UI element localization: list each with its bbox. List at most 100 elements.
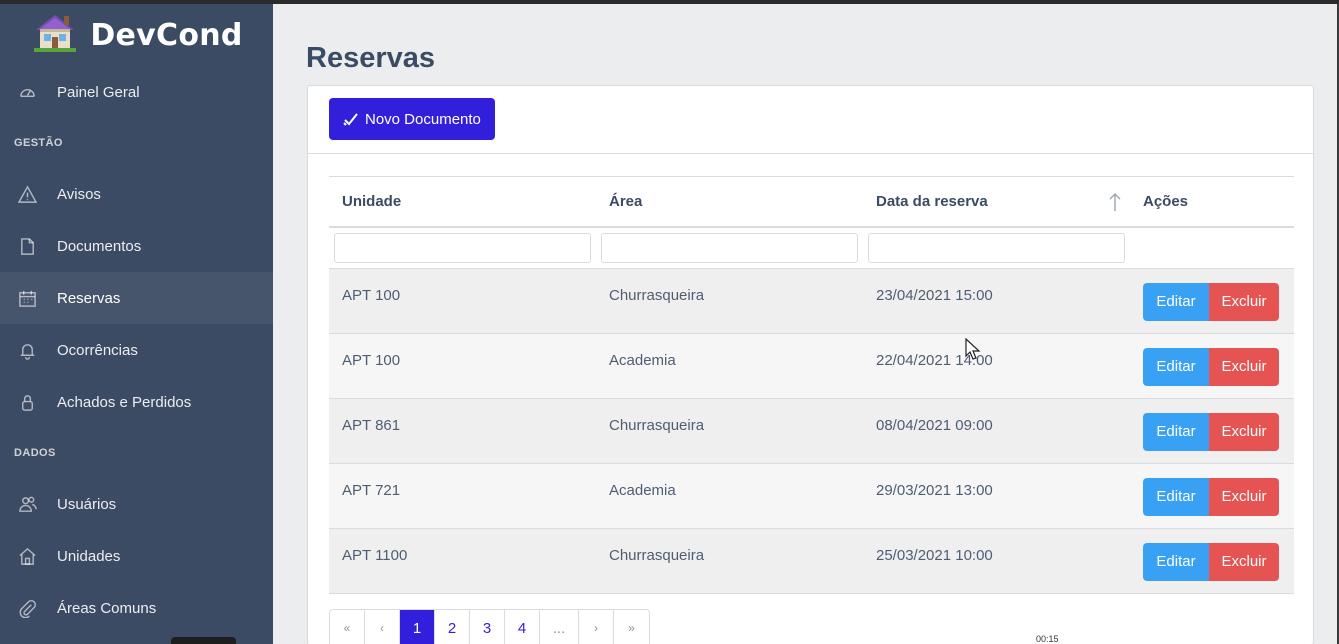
pagination-ellipsis: ... bbox=[540, 610, 579, 644]
cell-actions: Editar Excluir bbox=[1130, 463, 1294, 529]
edit-button[interactable]: Editar bbox=[1143, 413, 1209, 451]
page-title: Reservas bbox=[306, 42, 435, 74]
house-logo-icon bbox=[30, 12, 80, 59]
people-icon bbox=[16, 493, 38, 515]
cell-area: Churrasqueira bbox=[596, 528, 863, 594]
main-content: Reservas Novo Documento Unidade Área Dat… bbox=[273, 4, 1339, 644]
table-row: APT 100 Academia 22/04/2021 14:00 Editar… bbox=[329, 333, 1294, 399]
brand-name: DevCond bbox=[90, 17, 243, 53]
sort-arrow-up-icon[interactable] bbox=[1108, 191, 1122, 213]
sidebar-item-reservas[interactable]: Reservas bbox=[0, 272, 273, 324]
cell-actions: Editar Excluir bbox=[1130, 333, 1294, 399]
cell-unidade: APT 1100 bbox=[329, 528, 596, 594]
filter-cell bbox=[596, 226, 863, 269]
sidebar-section-title: GESTÃO bbox=[14, 137, 63, 149]
table-row: APT 721 Academia 29/03/2021 13:00 Editar… bbox=[329, 463, 1294, 529]
edit-button[interactable]: Editar bbox=[1143, 543, 1209, 581]
column-header-unidade[interactable]: Unidade bbox=[329, 176, 596, 228]
reservations-table: Unidade Área Data da reserva Ações APT 1… bbox=[329, 176, 1294, 594]
brand[interactable]: DevCond bbox=[0, 4, 273, 66]
pagination-page[interactable]: 1 bbox=[400, 610, 435, 644]
column-header-acoes: Ações bbox=[1130, 176, 1294, 228]
new-document-button[interactable]: Novo Documento bbox=[329, 98, 495, 140]
sidebar-section-title: DADOS bbox=[14, 447, 56, 459]
filter-unidade-input[interactable] bbox=[334, 232, 591, 263]
cell-actions: Editar Excluir bbox=[1130, 528, 1294, 594]
sidebar-item-label: Usuários bbox=[57, 495, 117, 513]
cell-actions: Editar Excluir bbox=[1130, 268, 1294, 334]
sidebar-item-unidades[interactable]: Unidades bbox=[0, 530, 273, 582]
pagination-prev[interactable]: ‹ bbox=[365, 610, 400, 644]
cell-actions: Editar Excluir bbox=[1130, 398, 1294, 464]
table-row: APT 100 Churrasqueira 23/04/2021 15:00 E… bbox=[329, 268, 1294, 334]
sidebar-item-painel-geral[interactable]: Painel Geral bbox=[0, 66, 273, 118]
paperclip-icon bbox=[16, 597, 38, 619]
sidebar-item-label: Painel Geral bbox=[57, 83, 140, 101]
sidebar-item-avisos[interactable]: Avisos bbox=[0, 168, 273, 220]
cell-data: 08/04/2021 09:00 bbox=[863, 398, 1130, 464]
file-icon bbox=[16, 235, 38, 257]
delete-button[interactable]: Excluir bbox=[1209, 348, 1279, 386]
video-time-fragment: 00:15 bbox=[1036, 634, 1059, 644]
edit-button[interactable]: Editar bbox=[1143, 478, 1209, 516]
cell-data: 22/04/2021 14:00 bbox=[863, 333, 1130, 399]
check-icon bbox=[343, 113, 358, 126]
lock-icon bbox=[16, 391, 38, 413]
pagination-page[interactable]: 3 bbox=[470, 610, 505, 644]
card-header: Novo Documento bbox=[308, 86, 1313, 154]
mouse-cursor-icon bbox=[965, 337, 981, 367]
sidebar-item-achados-perdidos[interactable]: Achados e Perdidos bbox=[0, 376, 273, 428]
sidebar-item-label: Áreas Comuns bbox=[57, 599, 157, 617]
calendar-icon bbox=[16, 287, 38, 309]
sidebar-item-ocorrencias[interactable]: Ocorrências bbox=[0, 324, 273, 376]
cell-unidade: APT 100 bbox=[329, 333, 596, 399]
pagination-page[interactable]: 2 bbox=[435, 610, 470, 644]
sidebar-item-documentos[interactable]: Documentos bbox=[0, 220, 273, 272]
sidebar-item-label: Ocorrências bbox=[57, 341, 138, 359]
delete-button[interactable]: Excluir bbox=[1209, 478, 1279, 516]
filter-area-input[interactable] bbox=[601, 232, 858, 263]
reservations-card: Novo Documento Unidade Área Data da rese… bbox=[307, 85, 1314, 644]
cell-area: Churrasqueira bbox=[596, 268, 863, 334]
filter-cell-empty bbox=[1130, 226, 1294, 269]
filter-cell bbox=[329, 226, 596, 269]
filter-data-input[interactable] bbox=[868, 232, 1125, 263]
sidebar-item-usuarios[interactable]: Usuários bbox=[0, 478, 273, 530]
pagination-page[interactable]: 4 bbox=[505, 610, 540, 644]
sidebar-item-label: Unidades bbox=[57, 547, 121, 565]
cell-data: 25/03/2021 10:00 bbox=[863, 528, 1130, 594]
cell-area: Academia bbox=[596, 463, 863, 529]
pagination-first[interactable]: « bbox=[330, 610, 365, 644]
cell-data: 23/04/2021 15:00 bbox=[863, 268, 1130, 334]
bell-icon bbox=[16, 339, 38, 361]
table-row: APT 1100 Churrasqueira 25/03/2021 10:00 … bbox=[329, 528, 1294, 594]
edit-button[interactable]: Editar bbox=[1143, 283, 1209, 321]
new-document-label: Novo Documento bbox=[365, 110, 481, 128]
cell-unidade: APT 721 bbox=[329, 463, 596, 529]
delete-button[interactable]: Excluir bbox=[1209, 283, 1279, 321]
pagination-next[interactable]: › bbox=[579, 610, 614, 644]
table-row: APT 861 Churrasqueira 08/04/2021 09:00 E… bbox=[329, 398, 1294, 464]
column-header-area[interactable]: Área bbox=[596, 176, 863, 228]
speedometer-icon bbox=[16, 81, 38, 103]
sidebar-item-label: Avisos bbox=[57, 185, 101, 203]
pagination-last[interactable]: » bbox=[614, 610, 649, 644]
video-overlay-tab bbox=[171, 637, 236, 644]
delete-button[interactable]: Excluir bbox=[1209, 413, 1279, 451]
cell-data: 29/03/2021 13:00 bbox=[863, 463, 1130, 529]
cell-area: Academia bbox=[596, 333, 863, 399]
cell-unidade: APT 861 bbox=[329, 398, 596, 464]
home-icon bbox=[16, 545, 38, 567]
delete-button[interactable]: Excluir bbox=[1209, 543, 1279, 581]
edit-button[interactable]: Editar bbox=[1143, 348, 1209, 386]
sidebar-item-label: Documentos bbox=[57, 237, 142, 255]
sidebar-item-label: Reservas bbox=[57, 289, 121, 307]
column-header-data[interactable]: Data da reserva bbox=[863, 176, 1130, 228]
sidebar: DevCond Painel Geral GESTÃO Avisos Docum… bbox=[0, 4, 273, 644]
sidebar-item-label: Achados e Perdidos bbox=[57, 393, 192, 411]
pagination: « ‹ 1 2 3 4 ... › » bbox=[329, 609, 650, 644]
cell-unidade: APT 100 bbox=[329, 268, 596, 334]
sidebar-item-areas-comuns[interactable]: Áreas Comuns bbox=[0, 582, 273, 634]
filter-cell bbox=[863, 226, 1130, 269]
cell-area: Churrasqueira bbox=[596, 398, 863, 464]
